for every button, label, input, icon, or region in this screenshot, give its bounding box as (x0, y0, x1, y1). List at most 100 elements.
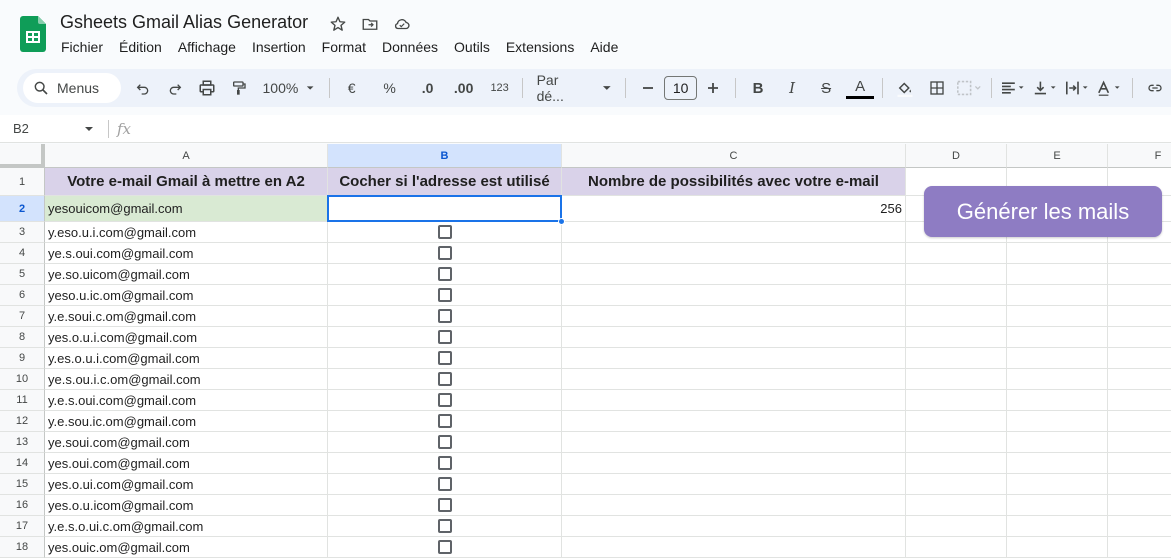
cell[interactable] (1108, 474, 1171, 495)
used-checkbox[interactable] (437, 246, 452, 260)
alias-email-cell[interactable]: y.es.o.u.i.com@gmail.com (45, 348, 328, 369)
used-checkbox[interactable] (437, 456, 452, 470)
cell[interactable] (1007, 390, 1108, 411)
text-color-button[interactable]: A (846, 77, 875, 99)
cell[interactable] (906, 495, 1007, 516)
menu-fichier[interactable]: Fichier (61, 39, 103, 55)
used-checkbox-cell[interactable] (328, 453, 562, 474)
cell[interactable] (562, 432, 906, 453)
used-checkbox[interactable] (437, 435, 452, 449)
alias-email-cell[interactable]: yes.o.u.icom@gmail.com (45, 495, 328, 516)
cell[interactable] (1007, 264, 1108, 285)
font-size-input[interactable]: 10 (664, 76, 698, 100)
used-checkbox[interactable] (437, 540, 452, 554)
possibilities-count-cell[interactable]: 256 (562, 196, 906, 222)
cell[interactable] (906, 327, 1007, 348)
used-checkbox-cell[interactable] (328, 495, 562, 516)
document-title[interactable]: Gsheets Gmail Alias Generator (60, 12, 308, 33)
cell[interactable] (1007, 495, 1108, 516)
undo-icon[interactable] (129, 74, 157, 102)
cell[interactable] (1007, 411, 1108, 432)
cell[interactable] (1108, 264, 1171, 285)
cell[interactable] (906, 390, 1007, 411)
row-header[interactable]: 6 (0, 285, 45, 306)
cell[interactable] (1108, 390, 1171, 411)
used-checkbox-cell[interactable] (328, 516, 562, 537)
used-checkbox-cell[interactable] (328, 222, 562, 243)
alias-email-cell[interactable]: ye.so.uicom@gmail.com (45, 264, 328, 285)
cell[interactable] (1007, 306, 1108, 327)
alias-email-cell[interactable]: y.eso.u.i.com@gmail.com (45, 222, 328, 243)
cell[interactable] (1108, 243, 1171, 264)
cell[interactable] (906, 369, 1007, 390)
cell[interactable] (1108, 411, 1171, 432)
cell[interactable] (1108, 453, 1171, 474)
cell[interactable] (1108, 348, 1171, 369)
menu-extensions[interactable]: Extensions (506, 39, 574, 55)
currency-format-button[interactable]: € (338, 74, 366, 102)
cell[interactable] (1007, 348, 1108, 369)
cell[interactable] (1108, 285, 1171, 306)
cell[interactable] (562, 264, 906, 285)
redo-icon[interactable] (161, 74, 189, 102)
cell[interactable] (1007, 285, 1108, 306)
cell[interactable] (562, 495, 906, 516)
row-header[interactable]: 2 (0, 196, 45, 222)
percent-format-button[interactable]: % (376, 74, 404, 102)
cell[interactable] (1007, 474, 1108, 495)
fill-color-icon[interactable] (891, 74, 919, 102)
cell[interactable] (1007, 432, 1108, 453)
cell[interactable] (1108, 432, 1171, 453)
alias-email-cell[interactable]: yes.oui.com@gmail.com (45, 453, 328, 474)
row-header[interactable]: 5 (0, 264, 45, 285)
column-header-f[interactable]: F (1108, 144, 1171, 168)
cell[interactable] (328, 196, 562, 222)
alias-email-cell[interactable]: ye.s.ou.i.c.om@gmail.com (45, 369, 328, 390)
cell[interactable] (906, 348, 1007, 369)
cell[interactable] (562, 369, 906, 390)
fill-handle[interactable] (558, 218, 565, 225)
generate-mails-button[interactable]: Générer les mails (924, 186, 1162, 237)
row-header[interactable]: 12 (0, 411, 45, 432)
cell[interactable] (1108, 516, 1171, 537)
cell[interactable] (906, 306, 1007, 327)
vertical-align-icon[interactable] (1032, 74, 1060, 102)
column-header-d[interactable]: D (906, 144, 1007, 168)
alias-email-cell[interactable]: yes.o.u.i.com@gmail.com (45, 327, 328, 348)
row-header[interactable]: 1 (0, 168, 45, 196)
header-cell[interactable]: Cocher si l'adresse est utilisé (328, 168, 562, 196)
header-cell[interactable]: Nombre de possibilités avec votre e-mail (562, 168, 906, 196)
used-checkbox[interactable] (437, 498, 452, 512)
cell[interactable] (1007, 537, 1108, 558)
used-checkbox[interactable] (437, 309, 452, 323)
cell[interactable] (562, 474, 906, 495)
cell[interactable] (906, 537, 1007, 558)
used-checkbox-cell[interactable] (328, 432, 562, 453)
cloud-status-icon[interactable] (391, 13, 413, 35)
cell[interactable] (562, 453, 906, 474)
row-header[interactable]: 11 (0, 390, 45, 411)
column-header-e[interactable]: E (1007, 144, 1108, 168)
cell[interactable] (562, 390, 906, 411)
used-checkbox-cell[interactable] (328, 369, 562, 390)
cell[interactable] (562, 516, 906, 537)
horizontal-align-icon[interactable] (1000, 74, 1028, 102)
cell[interactable] (562, 285, 906, 306)
cell[interactable] (562, 327, 906, 348)
move-folder-icon[interactable] (359, 13, 381, 35)
cell[interactable] (906, 432, 1007, 453)
merge-cells-icon[interactable] (955, 74, 983, 102)
used-checkbox[interactable] (437, 372, 452, 386)
used-checkbox-cell[interactable] (328, 537, 562, 558)
cell[interactable] (906, 453, 1007, 474)
cell[interactable] (1108, 495, 1171, 516)
cell[interactable] (906, 411, 1007, 432)
cell[interactable] (1108, 369, 1171, 390)
used-checkbox[interactable] (437, 267, 452, 281)
cell[interactable] (562, 537, 906, 558)
bold-button[interactable]: B (744, 74, 772, 102)
zoom-select[interactable]: 100% (257, 74, 321, 102)
menu-search[interactable]: Menus (23, 73, 121, 103)
text-rotation-icon[interactable] (1096, 74, 1124, 102)
alias-email-cell[interactable]: yes.o.ui.com@gmail.com (45, 474, 328, 495)
